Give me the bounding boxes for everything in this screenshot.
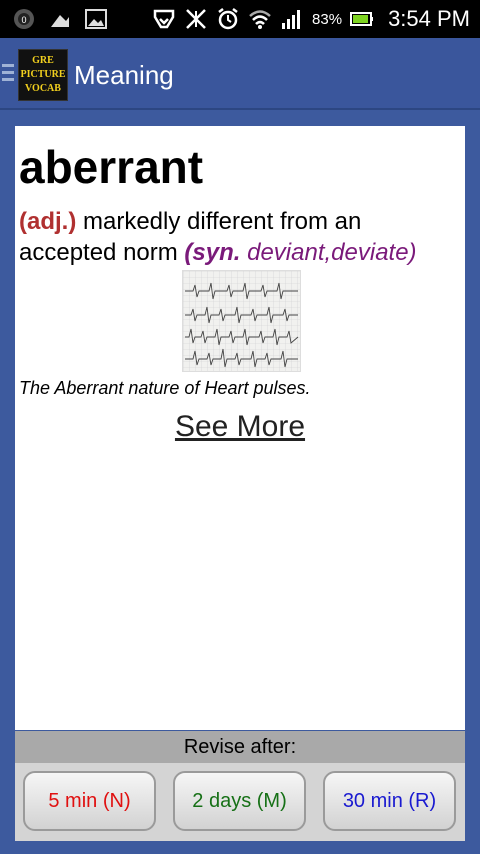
cast-icon — [152, 7, 176, 31]
signal-icon — [280, 7, 304, 31]
action-bar: GRE PICTURE VOCAB Meaning — [0, 38, 480, 110]
mute-icon — [184, 7, 208, 31]
revise-5min-button[interactable]: 5 min (N) — [23, 771, 156, 831]
clock: 3:54 PM — [388, 6, 470, 31]
alarm-icon — [216, 7, 240, 31]
synonym-list: deviant,deviate) — [240, 239, 417, 266]
svg-text:0: 0 — [21, 15, 26, 25]
synonym-label: (syn. — [184, 239, 241, 266]
image-caption: The Aberrant nature of Heart pulses. — [19, 378, 311, 398]
definition-text: (adj.) markedly different from an accept… — [19, 206, 459, 268]
wifi-icon — [248, 7, 272, 31]
battery-icon — [350, 7, 374, 31]
page-title: Meaning — [74, 60, 174, 90]
see-more-link: See More — [15, 410, 465, 444]
revise-label: Revise after: — [15, 731, 465, 763]
logo-line-1: GRE — [32, 55, 54, 66]
revise-button-group: 5 min (N) 2 days (M) 30 min (R) — [15, 763, 465, 841]
status-bar: 0 83% 3:54 PM — [0, 0, 480, 38]
vpn-icon: 0 — [12, 7, 36, 31]
revise-2days-button[interactable]: 2 days (M) — [173, 771, 306, 831]
logo-line-3: VOCAB — [25, 83, 61, 94]
meaning-card: aberrant (adj.) markedly different from … — [15, 126, 465, 730]
battery-percent: 83% — [312, 10, 343, 28]
revise-30min-button[interactable]: 30 min (R) — [323, 771, 456, 831]
image-icon — [84, 7, 108, 31]
app-logo[interactable]: GRE PICTURE VOCAB — [18, 49, 68, 101]
part-of-speech: (adj.) — [19, 208, 77, 235]
vocab-word: aberrant — [19, 141, 204, 193]
drawer-menu-icon[interactable] — [2, 64, 14, 84]
logo-line-2: PICTURE — [20, 69, 66, 80]
notification-icon — [48, 7, 72, 31]
ecg-illustration — [182, 270, 301, 372]
see-more-label[interactable]: See More — [175, 410, 305, 443]
